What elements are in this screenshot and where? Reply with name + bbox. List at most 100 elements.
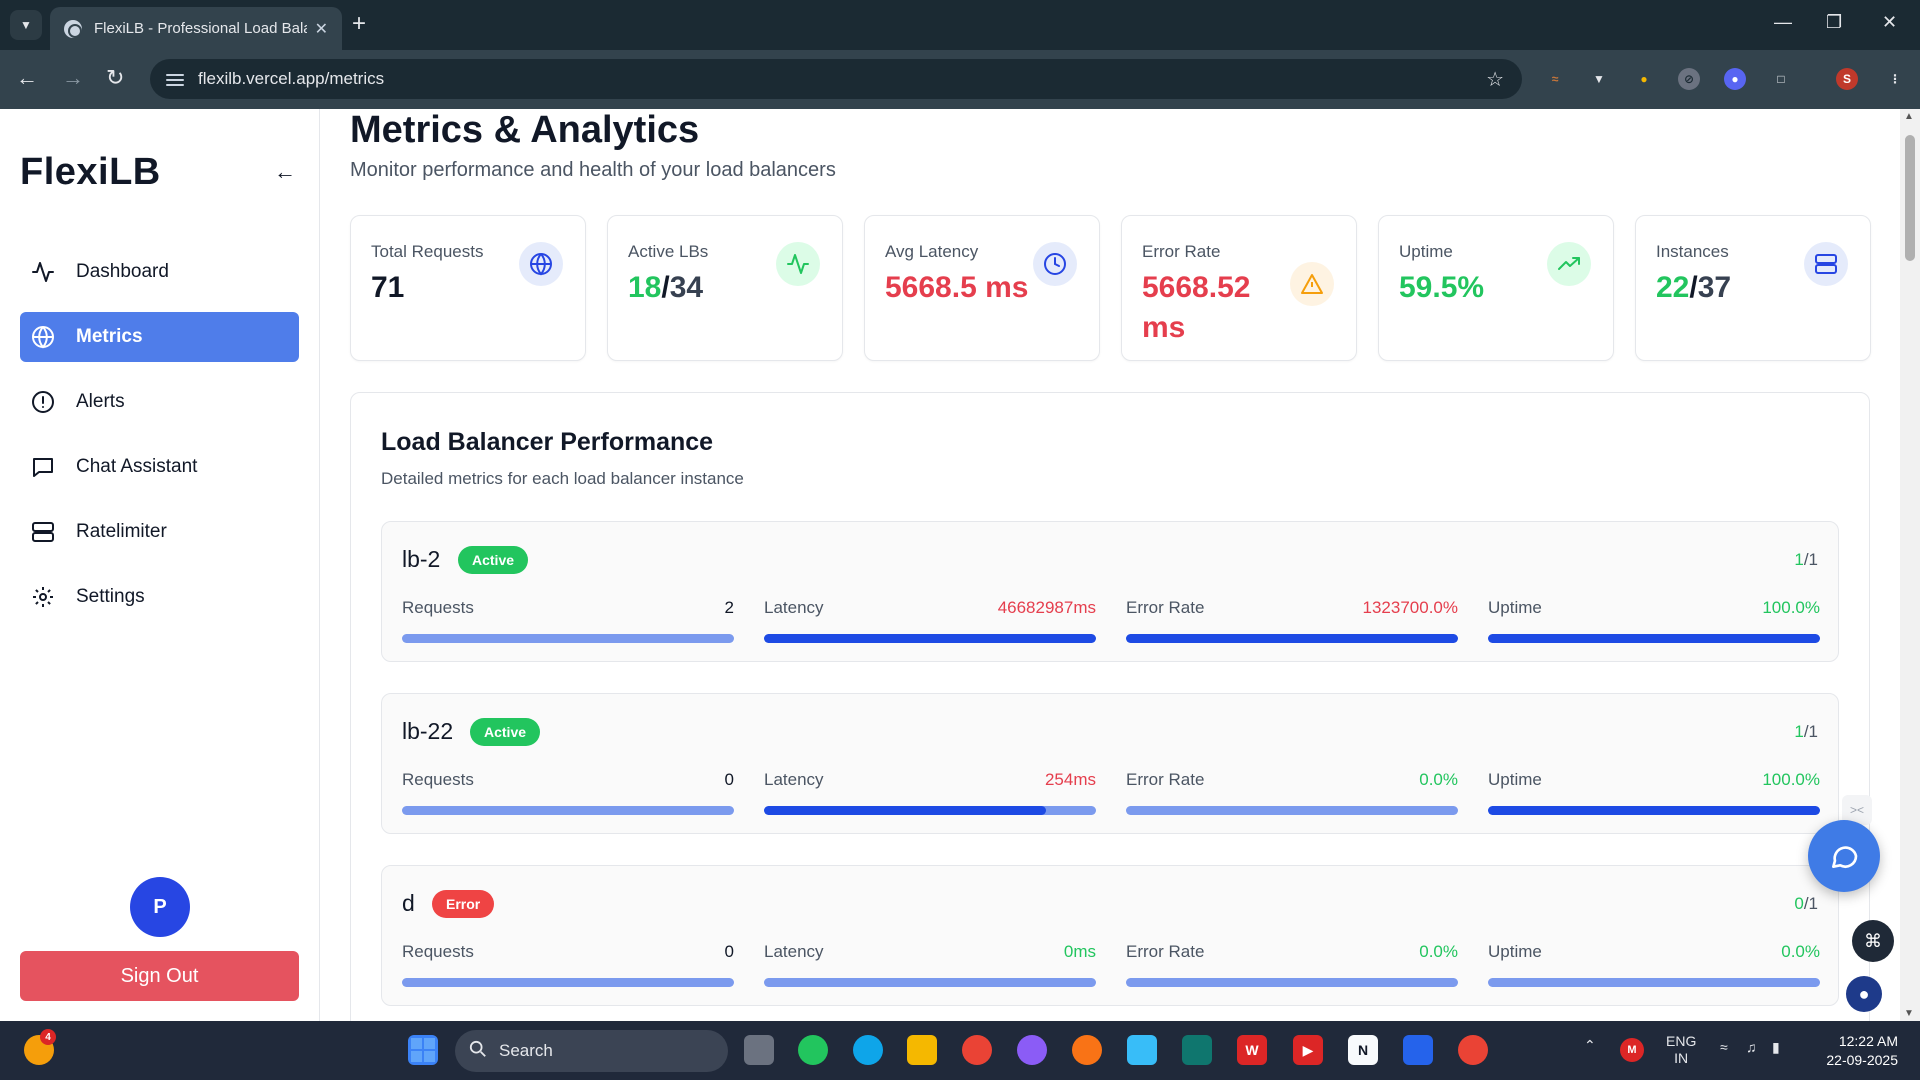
clock-icon	[1033, 242, 1077, 286]
chrome-icon[interactable]	[962, 1035, 992, 1065]
notification-count-badge: 4	[40, 1029, 56, 1045]
back-button[interactable]: ←	[16, 66, 38, 90]
lb-name: d	[402, 890, 415, 916]
sign-out-button[interactable]: Sign Out	[20, 951, 299, 1001]
globe-icon	[30, 324, 56, 350]
browser-menu-icon[interactable]: ⋮	[1884, 68, 1906, 90]
chrome-active-icon[interactable]	[1458, 1035, 1488, 1065]
scrollbar-thumb[interactable]	[1905, 135, 1915, 261]
progress-bar	[764, 978, 1096, 987]
app-root: FlexiLB ← Dashboard Metrics Alerts Chat …	[0, 109, 1920, 1021]
reload-button[interactable]: ↻	[106, 66, 124, 90]
progress-bar	[1126, 806, 1458, 815]
new-tab-button[interactable]: +	[352, 12, 366, 36]
volume-icon[interactable]: ♫	[1746, 1039, 1757, 1056]
vscode-icon[interactable]	[1403, 1035, 1433, 1065]
shortcuts-icon[interactable]: ⌘	[1852, 920, 1894, 962]
file-explorer-icon[interactable]	[907, 1035, 937, 1065]
metric-value: 0	[724, 942, 734, 961]
youtube-icon[interactable]: ▶	[1293, 1035, 1323, 1065]
extension-icon[interactable]: ●	[1724, 68, 1746, 90]
lb-card-lb-2[interactable]: lb-2 Active 1/1 Requests 2 Latency 46682…	[381, 521, 1839, 662]
sidebar-item-chat-assistant[interactable]: Chat Assistant	[20, 442, 299, 492]
assistant-bot-icon[interactable]: ●	[1846, 976, 1882, 1012]
browser-tab[interactable]: FlexiLB - Professional Load Bala ✕	[50, 7, 342, 50]
metric-label: Error Rate	[1126, 770, 1205, 789]
globe-icon	[64, 19, 82, 38]
close-icon[interactable]: ✕	[315, 19, 328, 39]
user-avatar[interactable]: P	[130, 877, 190, 937]
notion-icon[interactable]: N	[1348, 1035, 1378, 1065]
task-view-icon[interactable]	[744, 1035, 774, 1065]
show-hidden-icons-icon[interactable]: ⌃	[1584, 1037, 1596, 1054]
sidebar-item-metrics[interactable]: Metrics	[20, 312, 299, 362]
performance-panel: Load Balancer Performance Detailed metri…	[350, 392, 1870, 1021]
site-settings-icon[interactable]	[166, 71, 184, 87]
healthy-count: 22	[1656, 271, 1690, 304]
main-content: Metrics & Analytics Monitor performance …	[320, 109, 1900, 1021]
windows-start-icon[interactable]	[408, 1035, 438, 1065]
instances-total: /1	[1803, 722, 1818, 741]
whatsapp-icon[interactable]	[798, 1035, 828, 1065]
restore-button[interactable]: ❐	[1826, 12, 1842, 33]
extension-icon[interactable]: ▼	[1588, 68, 1610, 90]
gear-icon	[30, 584, 56, 610]
battery-icon[interactable]: ▮	[1772, 1039, 1780, 1056]
sidebar-item-alerts[interactable]: Alerts	[20, 377, 299, 427]
region-code: IN	[1674, 1050, 1689, 1066]
wifi-icon[interactable]: ≈	[1720, 1039, 1728, 1056]
lb-name: lb-2	[402, 546, 441, 572]
metric-latency: Latency 46682987ms	[764, 598, 1096, 643]
extension-icon[interactable]: ≈	[1544, 68, 1566, 90]
instance-count: 0/1	[1794, 894, 1818, 914]
metric-error-rate: Error Rate 0.0%	[1126, 770, 1458, 815]
forward-button[interactable]: →	[62, 66, 84, 90]
sidebar-item-label: Chat Assistant	[76, 456, 198, 477]
sidebar-item-dashboard[interactable]: Dashboard	[20, 247, 299, 297]
metric-label: Uptime	[1488, 942, 1542, 961]
sidebar-item-label: Dashboard	[76, 261, 169, 282]
scroll-down-arrow-icon[interactable]: ▼	[1904, 1008, 1914, 1019]
sidebar-item-label: Metrics	[76, 326, 143, 347]
panel-subtitle: Detailed metrics for each load balancer …	[381, 469, 744, 488]
sidebar-item-ratelimiter[interactable]: Ratelimiter	[20, 507, 299, 557]
collapse-sidebar-button[interactable]: ←	[274, 159, 296, 185]
metric-label: Requests	[402, 942, 474, 961]
brand-logo: FlexiLB	[20, 151, 161, 193]
system-clock[interactable]: 12:22 AM 22-09-2025	[1826, 1032, 1898, 1070]
github-icon[interactable]	[1017, 1035, 1047, 1065]
separator: /	[661, 271, 670, 304]
server-icon	[30, 519, 56, 545]
tab-search-button[interactable]: ▼	[10, 10, 42, 40]
sidebar-item-label: Settings	[76, 586, 145, 607]
postman-icon[interactable]	[1072, 1035, 1102, 1065]
wps-office-icon[interactable]: W	[1237, 1035, 1267, 1065]
puzzle-icon[interactable]: □	[1770, 68, 1792, 90]
extension-icon[interactable]: ⊘	[1678, 68, 1700, 90]
lb-card-d[interactable]: d Error 0/1 Requests 0 Latency 0ms Error…	[381, 865, 1839, 1006]
minimize-button[interactable]: —	[1774, 12, 1792, 33]
taskbar-search[interactable]: Search	[455, 1030, 728, 1072]
stat-value: 5668.52 ms	[1142, 271, 1251, 344]
lock-extension-icon[interactable]: ●	[1633, 68, 1655, 90]
window-close-button[interactable]: ✕	[1882, 12, 1897, 33]
stat-card-uptime: Uptime 59.5%	[1378, 215, 1614, 361]
notepad-icon[interactable]	[1127, 1035, 1157, 1065]
language-indicator[interactable]: ENG IN	[1666, 1033, 1696, 1067]
tray-app-icon[interactable]: M	[1620, 1038, 1644, 1062]
progress-bar	[1488, 634, 1820, 643]
metric-label: Requests	[402, 770, 474, 789]
progress-bar	[402, 806, 734, 815]
address-bar[interactable]: flexilb.vercel.app/metrics ☆	[150, 59, 1522, 99]
profile-avatar[interactable]: S	[1836, 68, 1858, 90]
lb-card-lb-22[interactable]: lb-22 Active 1/1 Requests 0 Latency 254m…	[381, 693, 1839, 834]
bookmark-star-icon[interactable]: ☆	[1486, 67, 1504, 92]
page-scrollbar[interactable]: ▲ ▼	[1900, 109, 1920, 1021]
edge-icon[interactable]	[853, 1035, 883, 1065]
chat-fab-button[interactable]	[1808, 820, 1880, 892]
app-icon[interactable]	[1182, 1035, 1212, 1065]
stat-card-total-requests: Total Requests 71	[350, 215, 586, 361]
scroll-up-arrow-icon[interactable]: ▲	[1904, 111, 1914, 122]
sidebar-item-settings[interactable]: Settings	[20, 572, 299, 622]
metric-value: 0	[724, 770, 734, 789]
